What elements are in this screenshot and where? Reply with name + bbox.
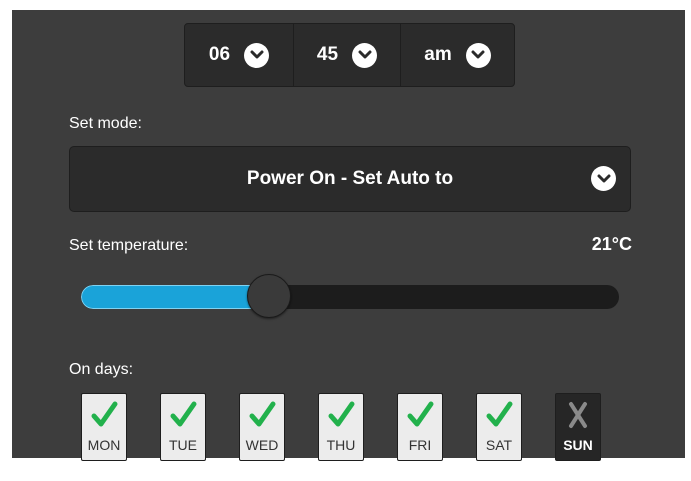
day-label: FRI: [408, 437, 432, 453]
checkmark-icon: [326, 400, 356, 435]
temperature-slider-thumb[interactable]: [247, 274, 292, 318]
cross-icon: [563, 400, 593, 435]
on-days-label: On days:: [69, 361, 134, 378]
day-label: MON: [87, 437, 121, 453]
day-toggle-sun[interactable]: SUN: [555, 393, 601, 461]
time-picker: 06 45 am: [184, 23, 515, 87]
temperature-slider-fill: [81, 285, 270, 309]
chevron-down-icon: [352, 42, 378, 68]
set-mode-label: Set mode:: [69, 115, 142, 132]
checkmark-icon: [247, 400, 277, 435]
day-label: WED: [245, 437, 279, 453]
minute-value: 45: [316, 44, 339, 65]
day-label: THU: [326, 437, 356, 453]
checkmark-icon: [484, 400, 514, 435]
temperature-slider-track[interactable]: [81, 285, 619, 309]
day-toggles: MON TUE WED THU FRI SAT SUN: [81, 393, 601, 461]
day-toggle-wed[interactable]: WED: [239, 393, 285, 461]
set-temperature-label: Set temperature:: [69, 237, 189, 254]
day-toggle-mon[interactable]: MON: [81, 393, 127, 461]
day-toggle-sat[interactable]: SAT: [476, 393, 522, 461]
hour-value: 06: [208, 44, 231, 65]
day-label: TUE: [169, 437, 197, 453]
ampm-value: am: [424, 44, 452, 65]
chevron-down-icon: [244, 42, 270, 68]
ampm-select[interactable]: am: [400, 24, 514, 86]
day-toggle-tue[interactable]: TUE: [160, 393, 206, 461]
temperature-value: 21°C: [591, 234, 632, 254]
day-toggle-fri[interactable]: FRI: [397, 393, 443, 461]
chevron-down-icon: [591, 166, 616, 191]
day-toggle-thu[interactable]: THU: [318, 393, 364, 461]
checkmark-icon: [168, 400, 198, 435]
mode-value: Power On - Set Auto to: [246, 168, 454, 189]
day-label: SAT: [485, 437, 513, 453]
mode-select[interactable]: Power On - Set Auto to: [69, 146, 631, 212]
day-label: SUN: [563, 437, 593, 453]
minute-select[interactable]: 45: [293, 24, 400, 86]
checkmark-icon: [405, 400, 435, 435]
hour-select[interactable]: 06: [185, 24, 293, 86]
checkmark-icon: [89, 400, 119, 435]
chevron-down-icon: [465, 42, 491, 68]
